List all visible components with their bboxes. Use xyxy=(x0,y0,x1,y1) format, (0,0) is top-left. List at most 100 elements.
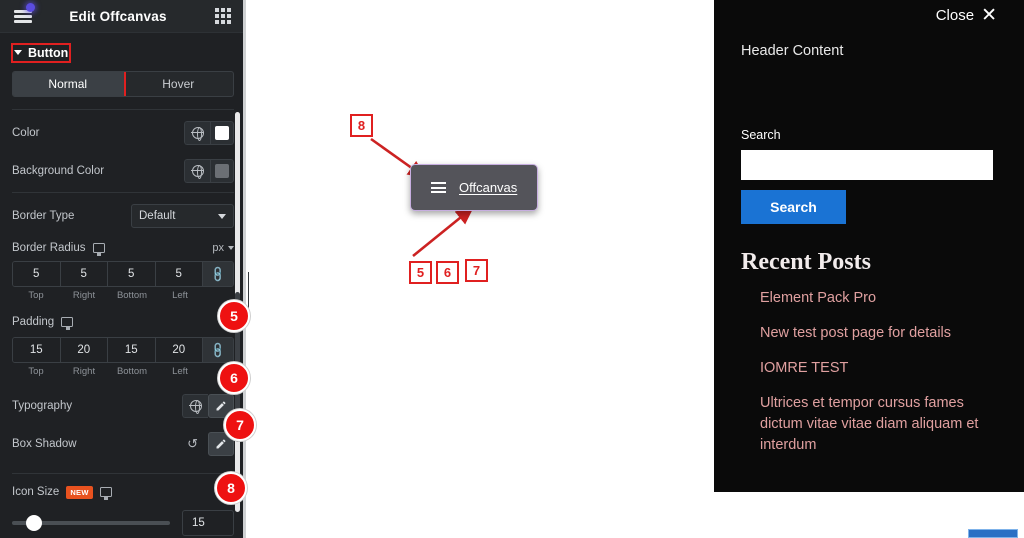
globe-icon[interactable] xyxy=(184,121,210,145)
search-button[interactable]: Search xyxy=(741,190,846,224)
reset-icon[interactable]: ↺ xyxy=(187,436,198,452)
control-color: Color xyxy=(0,114,246,152)
color-control-group xyxy=(184,121,234,145)
tab-normal[interactable]: Normal xyxy=(13,72,126,96)
padding-right-input[interactable]: 20 xyxy=(60,338,108,362)
label-left: Left xyxy=(172,290,188,301)
panel-right-edge xyxy=(243,0,246,538)
control-padding-label: Padding xyxy=(12,316,222,330)
color-swatch-button[interactable] xyxy=(210,121,234,145)
padding-side-labels: Top Right Bottom Left xyxy=(12,366,234,377)
recent-posts-heading: Recent Posts xyxy=(741,249,871,275)
offcanvas-trigger-button[interactable]: Offcanvas xyxy=(410,164,539,211)
border-type-value: Default xyxy=(139,210,176,222)
border-radius-unit-select[interactable]: px xyxy=(212,242,234,254)
border-radius-bottom-input[interactable]: 5 xyxy=(108,262,156,286)
control-border-radius-label: Border Radius xyxy=(12,242,212,256)
border-radius-text: Border Radius xyxy=(12,242,86,254)
padding-top-input[interactable]: 15 xyxy=(13,338,61,362)
hamburger-icon xyxy=(431,182,446,193)
annotation-marker-8: 8 xyxy=(350,114,373,137)
border-radius-link-icon[interactable]: 🔗 xyxy=(203,262,233,286)
background-color-control-group xyxy=(184,159,234,183)
control-box-shadow-label: Box Shadow xyxy=(12,438,77,450)
padding-text: Padding xyxy=(12,316,55,328)
icon-size-slider-row: 15 xyxy=(0,506,246,538)
list-item[interactable]: New test post page for details xyxy=(760,323,997,344)
globe-icon[interactable] xyxy=(184,159,210,183)
border-radius-right-input[interactable]: 5 xyxy=(60,262,108,286)
border-radius-left-input[interactable]: 5 xyxy=(155,262,203,286)
slider-handle[interactable] xyxy=(26,515,42,531)
globe-icon[interactable] xyxy=(182,394,208,418)
list-item[interactable]: Element Pack Pro xyxy=(760,288,997,309)
control-padding: Padding px xyxy=(0,307,246,337)
padding-left-input[interactable]: 20 xyxy=(155,338,203,362)
monitor-icon[interactable] xyxy=(99,487,112,500)
caret-down-icon xyxy=(14,50,22,55)
control-border-radius: Border Radius px xyxy=(0,235,246,261)
monitor-icon[interactable] xyxy=(92,243,105,256)
color-swatch xyxy=(215,126,229,140)
panel-header: Edit Offcanvas xyxy=(0,0,246,33)
list-item[interactable]: Ultrices et tempor cursus fames dictum v… xyxy=(760,393,997,456)
notification-dot-icon xyxy=(26,2,35,12)
divider-3 xyxy=(12,473,234,474)
typography-control-group xyxy=(182,394,234,418)
monitor-icon[interactable] xyxy=(61,317,74,330)
offcanvas-close-button[interactable]: Close ✕ xyxy=(741,0,997,25)
close-x-icon: ✕ xyxy=(981,5,997,26)
control-background-color-label: Background Color xyxy=(12,165,105,177)
control-typography: Typography xyxy=(0,387,246,425)
new-badge: NEW xyxy=(66,485,93,499)
label-bottom: Bottom xyxy=(116,366,148,377)
control-background-color: Background Color xyxy=(0,152,246,190)
border-radius-unit: px xyxy=(212,242,224,254)
label-right: Right xyxy=(72,366,96,377)
grid-apps-icon[interactable] xyxy=(200,0,246,33)
control-icon-size-label: Icon Size NEW xyxy=(12,485,234,500)
divider-1 xyxy=(12,109,234,110)
border-type-select[interactable]: Default xyxy=(131,204,234,228)
control-box-shadow: Box Shadow ↺ xyxy=(0,425,246,463)
state-tabs-wrap: Normal Hover xyxy=(0,67,246,97)
icon-size-input[interactable]: 15 xyxy=(182,510,234,536)
preview-canvas: Offcanvas 8 5 6 7 xyxy=(249,0,712,538)
padding-link-icon[interactable]: 🔗 xyxy=(203,338,233,362)
list-item[interactable]: IOMRE TEST xyxy=(760,358,997,379)
annotation-marker-7: 7 xyxy=(465,259,488,282)
panel-menu-button[interactable] xyxy=(0,0,46,33)
app-screen: Edit Offcanvas Button Normal Hover Color xyxy=(0,0,1024,538)
search-input[interactable] xyxy=(741,150,993,180)
tab-hover[interactable]: Hover xyxy=(124,72,234,96)
step-badge-6: 6 xyxy=(218,362,250,394)
border-radius-top-input[interactable]: 5 xyxy=(13,262,61,286)
close-label: Close xyxy=(935,7,975,24)
offcanvas-panel: Close ✕ Header Content Search Search Rec… xyxy=(712,0,1024,492)
section-button-toggle[interactable]: Button xyxy=(10,42,72,63)
divider-2 xyxy=(12,192,234,193)
label-bottom: Bottom xyxy=(116,290,148,301)
background-color-swatch-button[interactable] xyxy=(210,159,234,183)
elementor-editor-panel: Edit Offcanvas Button Normal Hover Color xyxy=(0,0,246,538)
control-icon-size: Icon Size NEW xyxy=(0,478,246,506)
offcanvas-header-content: Header Content xyxy=(741,43,844,59)
border-radius-dims: 5 5 5 5 🔗 Top Right Bottom Left xyxy=(0,261,246,301)
padding-inputs: 15 20 15 20 🔗 xyxy=(12,337,234,363)
annotation-marker-6: 6 xyxy=(436,261,459,284)
step-badge-7: 7 xyxy=(224,409,256,441)
padding-dims: 15 20 15 20 🔗 Top Right Bottom Left xyxy=(0,337,246,377)
section-button-label: Button xyxy=(28,45,69,60)
padding-bottom-input[interactable]: 15 xyxy=(108,338,156,362)
state-tabs: Normal Hover xyxy=(12,71,234,97)
background-color-swatch xyxy=(215,164,229,178)
chevron-down-icon xyxy=(218,214,226,219)
icon-size-slider[interactable] xyxy=(12,515,170,531)
control-typography-label: Typography xyxy=(12,400,73,412)
icon-size-text: Icon Size xyxy=(12,486,60,498)
label-right: Right xyxy=(72,290,96,301)
label-spacer xyxy=(204,290,234,301)
control-border-type: Border Type Default xyxy=(0,197,246,235)
section-button-row: Button xyxy=(0,33,246,67)
bottom-blue-indicator xyxy=(968,529,1018,538)
